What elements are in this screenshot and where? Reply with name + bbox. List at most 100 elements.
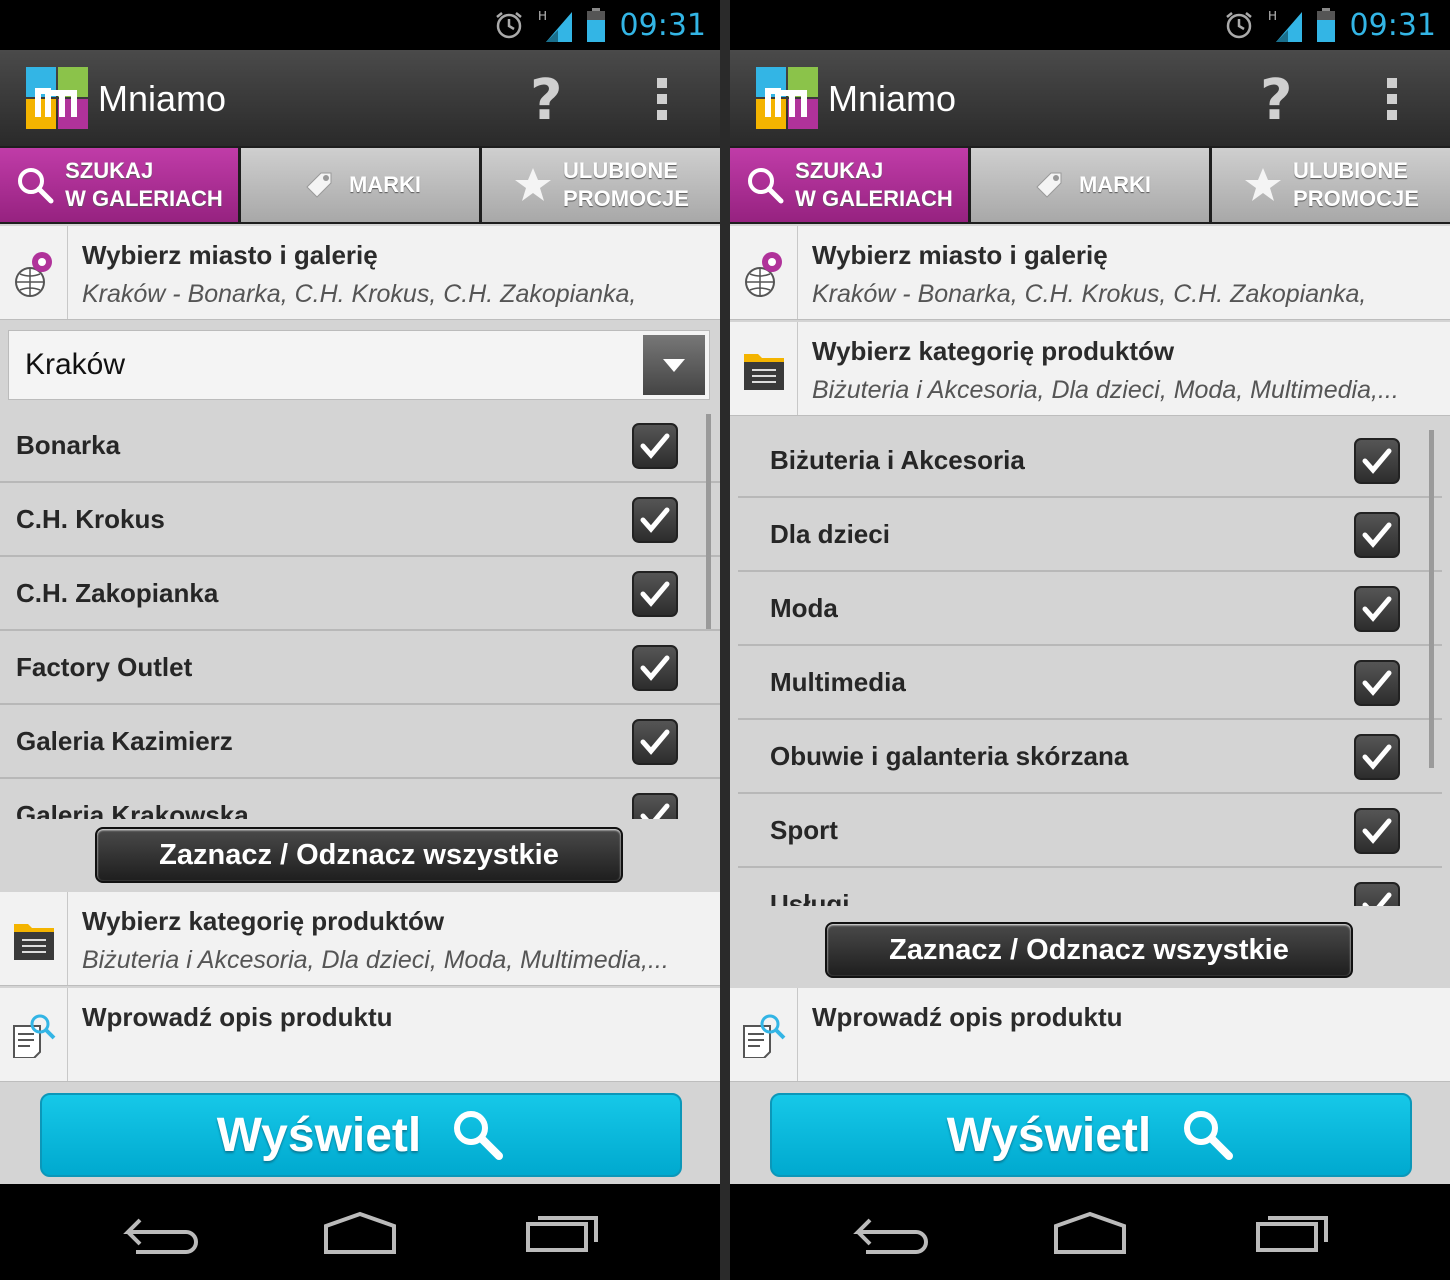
tab-favorites-line1: ULUBIONE bbox=[1293, 158, 1408, 183]
app-title: Mniamo bbox=[828, 78, 957, 119]
tab-favorites-line2: PROMOCJE bbox=[1293, 186, 1419, 211]
description-section[interactable]: Wprowadź opis produktu bbox=[730, 988, 1450, 1082]
checkbox-checked-icon[interactable] bbox=[632, 719, 678, 765]
checkbox-checked-icon[interactable] bbox=[1354, 660, 1400, 706]
show-button[interactable]: Wyświetl bbox=[40, 1093, 682, 1177]
checkbox-checked-icon[interactable] bbox=[1354, 808, 1400, 854]
action-bar: Mniamo ? bbox=[0, 50, 720, 146]
tab-search-galleries[interactable]: SZUKAJ W GALERIACH bbox=[0, 148, 238, 222]
search-icon bbox=[454, 1111, 504, 1160]
tab-bar: SZUKAJ W GALERIACH MARKI ULUBIONE PROMOCJE bbox=[0, 146, 720, 224]
home-icon[interactable] bbox=[1050, 1210, 1130, 1254]
city-section-title: Wybierz miasto i galerię bbox=[812, 240, 1108, 270]
category-row[interactable]: Moda bbox=[738, 572, 1442, 646]
city-gallery-section[interactable]: Wybierz miasto i galerię Kraków - Bonark… bbox=[0, 226, 720, 320]
checkbox-checked-icon[interactable] bbox=[1354, 512, 1400, 558]
description-section-title: Wprowadź opis produktu bbox=[82, 1002, 393, 1032]
chevron-down-icon bbox=[643, 335, 705, 395]
gallery-row[interactable]: Bonarka bbox=[0, 409, 720, 483]
checkbox-checked-icon[interactable] bbox=[632, 793, 678, 819]
checkbox-checked-icon[interactable] bbox=[632, 571, 678, 617]
toggle-all-button[interactable]: Zaznacz / Odznacz wszystkie bbox=[825, 922, 1353, 978]
back-icon[interactable] bbox=[852, 1210, 932, 1254]
tab-favorite-promotions[interactable]: ULUBIONE PROMOCJE bbox=[482, 148, 720, 222]
status-bar: H 09:31 bbox=[0, 0, 720, 50]
description-section[interactable]: Wprowadź opis produktu bbox=[0, 988, 720, 1082]
folder-list-icon bbox=[13, 923, 54, 960]
gallery-label: Galeria Krakowska bbox=[16, 800, 249, 819]
category-section[interactable]: Wybierz kategorię produktów Biżuteria i … bbox=[0, 892, 720, 986]
category-row[interactable]: Dla dzieci bbox=[738, 498, 1442, 572]
tab-favorite-promotions[interactable]: ULUBIONE PROMOCJE bbox=[1212, 148, 1450, 222]
category-section-title: Wybierz kategorię produktów bbox=[82, 906, 445, 936]
tab-favorites-line1: ULUBIONE bbox=[563, 158, 678, 183]
checkbox-checked-icon[interactable] bbox=[632, 423, 678, 469]
checkbox-checked-icon[interactable] bbox=[1354, 882, 1400, 906]
search-icon bbox=[1184, 1111, 1234, 1160]
tab-favorites-line2: PROMOCJE bbox=[563, 186, 689, 211]
tab-search-line1: SZUKAJ bbox=[795, 158, 884, 183]
app-logo-icon bbox=[26, 67, 88, 129]
screen-right: H 09:31 Mniamo ? SZUKAJ W GALERIACH MARKI… bbox=[730, 0, 1450, 1280]
gallery-row[interactable]: C.H. Krokus bbox=[0, 483, 720, 557]
show-button[interactable]: Wyświetl bbox=[770, 1093, 1412, 1177]
gallery-label: Galeria Kazimierz bbox=[16, 726, 233, 756]
recent-apps-icon[interactable] bbox=[1252, 1210, 1332, 1254]
battery-icon bbox=[1316, 8, 1335, 42]
search-icon bbox=[748, 168, 784, 204]
category-section-subtitle: Biżuteria i Akcesoria, Dla dzieci, Moda,… bbox=[82, 946, 669, 974]
checkbox-checked-icon[interactable] bbox=[1354, 586, 1400, 632]
description-section-title: Wprowadź opis produktu bbox=[812, 1002, 1123, 1032]
tab-search-line1: SZUKAJ bbox=[65, 158, 154, 183]
svg-text:H: H bbox=[1268, 9, 1277, 23]
category-row[interactable]: Usługi bbox=[738, 868, 1442, 906]
document-search-icon bbox=[742, 1014, 785, 1058]
category-label: Obuwie i galanteria skórzana bbox=[770, 741, 1129, 771]
status-bar: H 09:31 bbox=[730, 0, 1450, 50]
alarm-icon bbox=[1225, 12, 1252, 39]
tab-brands[interactable]: MARKI bbox=[241, 148, 479, 222]
city-section-subtitle: Kraków - Bonarka, C.H. Krokus, C.H. Zako… bbox=[812, 280, 1367, 308]
action-bar: Mniamo ? bbox=[730, 50, 1450, 146]
category-label: Usługi bbox=[770, 889, 850, 906]
category-row[interactable]: Multimedia bbox=[738, 646, 1442, 720]
screen-divider bbox=[720, 0, 730, 1280]
checkbox-checked-icon[interactable] bbox=[1354, 438, 1400, 484]
city-section-title: Wybierz miasto i galerię bbox=[82, 240, 378, 270]
tab-brands[interactable]: MARKI bbox=[971, 148, 1209, 222]
help-icon[interactable]: ? bbox=[530, 68, 562, 133]
toggle-all-button[interactable]: Zaznacz / Odznacz wszystkie bbox=[95, 827, 623, 883]
help-icon[interactable]: ? bbox=[1260, 68, 1292, 133]
category-label: Biżuteria i Akcesoria bbox=[770, 445, 1025, 475]
gallery-row[interactable]: Galeria Kazimierz bbox=[0, 705, 720, 779]
folder-list-icon bbox=[743, 353, 784, 390]
list-scrollbar[interactable] bbox=[706, 414, 711, 629]
tab-search-galleries[interactable]: SZUKAJ W GALERIACH bbox=[730, 148, 968, 222]
show-button-label: Wyświetl bbox=[946, 1108, 1152, 1162]
category-label: Sport bbox=[770, 815, 838, 845]
battery-icon bbox=[586, 8, 605, 42]
category-section[interactable]: Wybierz kategorię produktów Biżuteria i … bbox=[730, 322, 1450, 416]
alarm-icon bbox=[495, 12, 522, 39]
globe-pin-icon bbox=[744, 251, 782, 297]
checkbox-checked-icon[interactable] bbox=[1354, 734, 1400, 780]
tab-brands-label: MARKI bbox=[348, 172, 422, 197]
list-scrollbar[interactable] bbox=[1429, 430, 1434, 768]
category-row[interactable]: Obuwie i galanteria skórzana bbox=[738, 720, 1442, 794]
checkbox-checked-icon[interactable] bbox=[632, 497, 678, 543]
category-list: Biżuteria i Akcesoria Dla dzieci Moda Mu… bbox=[738, 424, 1442, 906]
city-gallery-section[interactable]: Wybierz miasto i galerię Kraków - Bonark… bbox=[730, 226, 1450, 320]
gallery-row[interactable]: Galeria Krakowska bbox=[0, 779, 720, 819]
checkbox-checked-icon[interactable] bbox=[632, 645, 678, 691]
back-icon[interactable] bbox=[122, 1210, 202, 1254]
gallery-row[interactable]: Factory Outlet bbox=[0, 631, 720, 705]
gallery-label: C.H. Krokus bbox=[16, 504, 165, 534]
city-spinner[interactable]: Kraków bbox=[8, 330, 710, 400]
home-icon[interactable] bbox=[320, 1210, 400, 1254]
gallery-row[interactable]: C.H. Zakopianka bbox=[0, 557, 720, 631]
overflow-menu-icon[interactable] bbox=[1380, 78, 1404, 120]
category-row[interactable]: Biżuteria i Akcesoria bbox=[738, 424, 1442, 498]
recent-apps-icon[interactable] bbox=[522, 1210, 602, 1254]
category-row[interactable]: Sport bbox=[738, 794, 1442, 868]
overflow-menu-icon[interactable] bbox=[650, 78, 674, 120]
